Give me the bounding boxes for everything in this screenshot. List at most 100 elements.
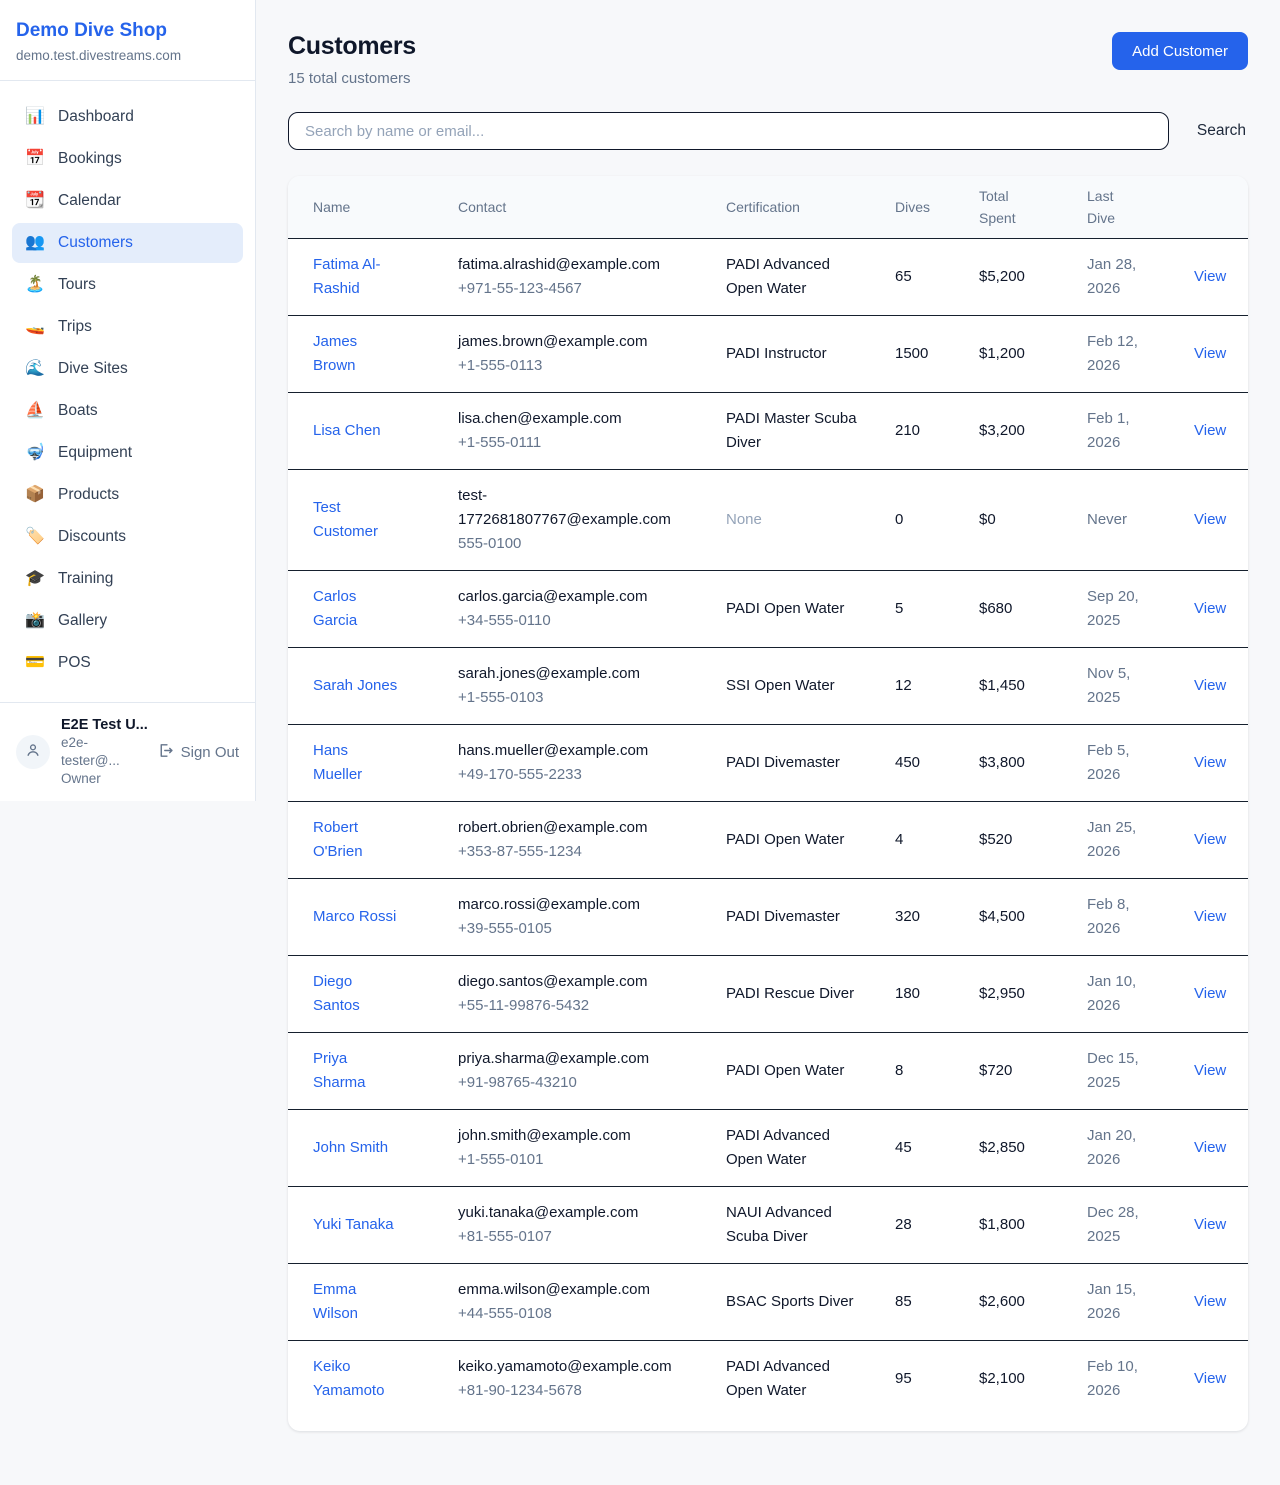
customer-last-dive: Never xyxy=(1087,508,1127,532)
sidebar-user-section: E2E Test U... e2e-tester@... Owner Sign … xyxy=(0,702,255,801)
view-link[interactable]: View xyxy=(1194,1216,1226,1233)
add-customer-button[interactable]: Add Customer xyxy=(1112,32,1248,70)
customer-name-link[interactable]: Test Customer xyxy=(313,496,401,544)
sidebar-item-products[interactable]: 📦 Products xyxy=(12,475,243,515)
sidebar-item-training[interactable]: 🎓 Training xyxy=(12,559,243,599)
customer-total-spent: $2,850 xyxy=(979,1139,1025,1156)
sign-out-button[interactable]: Sign Out xyxy=(157,742,239,763)
customer-certification: PADI Divemaster xyxy=(726,751,840,775)
customer-dives: 28 xyxy=(895,1216,912,1233)
sidebar-item-trips[interactable]: 🚤 Trips xyxy=(12,307,243,347)
table-row: Carlos Garcia carlos.garcia@example.com … xyxy=(288,571,1248,648)
view-link[interactable]: View xyxy=(1194,677,1226,694)
view-link[interactable]: View xyxy=(1194,1293,1226,1310)
customer-last-dive: Feb 12, 2026 xyxy=(1087,330,1147,378)
table-row: Emma Wilson emma.wilson@example.com +44-… xyxy=(288,1264,1248,1341)
view-link[interactable]: View xyxy=(1194,345,1226,362)
sidebar-item-equipment[interactable]: 🤿 Equipment xyxy=(12,433,243,473)
customer-certification: PADI Open Water xyxy=(726,597,844,621)
customer-total-spent: $3,200 xyxy=(979,422,1025,439)
customer-total-spent: $2,100 xyxy=(979,1370,1025,1387)
view-link[interactable]: View xyxy=(1194,985,1226,1002)
customer-last-dive: Feb 1, 2026 xyxy=(1087,407,1147,455)
customer-dives: 320 xyxy=(895,908,920,925)
sidebar-item-label: Products xyxy=(58,485,119,505)
customer-certification: PADI Open Water xyxy=(726,1059,844,1083)
customer-dives: 450 xyxy=(895,754,920,771)
customer-total-spent: $1,450 xyxy=(979,677,1025,694)
search-input[interactable] xyxy=(288,112,1169,150)
customer-name-link[interactable]: Keiko Yamamoto xyxy=(313,1355,401,1403)
shop-title: Demo Dive Shop xyxy=(16,19,239,43)
customer-total-spent: $3,800 xyxy=(979,754,1025,771)
search-button[interactable]: Search xyxy=(1195,122,1248,140)
sidebar-item-label: Calendar xyxy=(58,191,121,211)
view-link[interactable]: View xyxy=(1194,600,1226,617)
sidebar-item-label: Equipment xyxy=(58,443,132,463)
view-link[interactable]: View xyxy=(1194,422,1226,439)
customer-name-link[interactable]: Lisa Chen xyxy=(313,419,381,443)
dive-sites-icon: 🌊 xyxy=(25,359,45,379)
customer-phone: +971-55-123-4567 xyxy=(458,277,710,301)
sidebar-item-calendar[interactable]: 📆 Calendar xyxy=(12,181,243,221)
sidebar-item-label: Customers xyxy=(58,233,133,253)
view-link[interactable]: View xyxy=(1194,831,1226,848)
sidebar-item-customers[interactable]: 👥 Customers xyxy=(12,223,243,263)
table-row: Fatima Al-Rashid fatima.alrashid@example… xyxy=(288,239,1248,316)
customer-name-link[interactable]: Carlos Garcia xyxy=(313,585,401,633)
customer-name-link[interactable]: John Smith xyxy=(313,1136,388,1160)
customer-certification: SSI Open Water xyxy=(726,674,835,698)
table-row: Test Customer test-1772681807767@example… xyxy=(288,470,1248,571)
sidebar-item-gallery[interactable]: 📸 Gallery xyxy=(12,601,243,641)
customers-icon: 👥 xyxy=(25,233,45,253)
customer-name-link[interactable]: Yuki Tanaka xyxy=(313,1213,394,1237)
main-content: Customers 15 total customers Add Custome… xyxy=(256,0,1280,1455)
customer-name-link[interactable]: Fatima Al-Rashid xyxy=(313,253,401,301)
view-link[interactable]: View xyxy=(1194,1062,1226,1079)
col-header-dives: Dives xyxy=(895,176,979,239)
view-link[interactable]: View xyxy=(1194,268,1226,285)
customer-email: yuki.tanaka@example.com xyxy=(458,1201,684,1225)
sidebar-item-bookings[interactable]: 📅 Bookings xyxy=(12,139,243,179)
customer-count: 15 total customers xyxy=(288,70,416,87)
customer-total-spent: $2,950 xyxy=(979,985,1025,1002)
table-row: Yuki Tanaka yuki.tanaka@example.com +81-… xyxy=(288,1187,1248,1264)
customer-name-link[interactable]: Emma Wilson xyxy=(313,1278,401,1326)
customer-dives: 210 xyxy=(895,422,920,439)
sidebar-item-pos[interactable]: 💳 POS xyxy=(12,643,243,683)
customer-name-link[interactable]: Hans Mueller xyxy=(313,739,401,787)
sidebar-item-tours[interactable]: 🏝️ Tours xyxy=(12,265,243,305)
sidebar-item-label: Gallery xyxy=(58,611,107,631)
sidebar-item-boats[interactable]: ⛵ Boats xyxy=(12,391,243,431)
customer-phone: +49-170-555-2233 xyxy=(458,763,710,787)
customer-certification: PADI Divemaster xyxy=(726,905,840,929)
customer-certification: PADI Advanced Open Water xyxy=(726,253,858,301)
view-link[interactable]: View xyxy=(1194,754,1226,771)
sidebar-item-dive-sites[interactable]: 🌊 Dive Sites xyxy=(12,349,243,389)
customer-name-link[interactable]: Robert O'Brien xyxy=(313,816,401,864)
customer-total-spent: $4,500 xyxy=(979,908,1025,925)
customer-name-link[interactable]: Diego Santos xyxy=(313,970,401,1018)
customer-name-link[interactable]: Marco Rossi xyxy=(313,905,396,929)
view-link[interactable]: View xyxy=(1194,908,1226,925)
customer-dives: 8 xyxy=(895,1062,903,1079)
customer-total-spent: $520 xyxy=(979,831,1012,848)
customer-phone: +353-87-555-1234 xyxy=(458,840,710,864)
sidebar-item-label: Discounts xyxy=(58,527,126,547)
view-link[interactable]: View xyxy=(1194,511,1226,528)
view-link[interactable]: View xyxy=(1194,1370,1226,1387)
col-header-actions xyxy=(1194,176,1248,239)
view-link[interactable]: View xyxy=(1194,1139,1226,1156)
sidebar-item-discounts[interactable]: 🏷️ Discounts xyxy=(12,517,243,557)
sidebar-item-dashboard[interactable]: 📊 Dashboard xyxy=(12,97,243,137)
table-row: John Smith john.smith@example.com +1-555… xyxy=(288,1110,1248,1187)
app-root: Demo Dive Shop demo.test.divestreams.com… xyxy=(0,0,1280,1455)
sidebar-item-label: Dive Sites xyxy=(58,359,128,379)
customer-name-link[interactable]: James Brown xyxy=(313,330,401,378)
customer-name-link[interactable]: Sarah Jones xyxy=(313,674,397,698)
customer-dives: 45 xyxy=(895,1139,912,1156)
customer-dives: 12 xyxy=(895,677,912,694)
customer-certification: PADI Master Scuba Diver xyxy=(726,407,858,455)
customer-name-link[interactable]: Priya Sharma xyxy=(313,1047,401,1095)
table-header-row: Name Contact Certification Dives Total S… xyxy=(288,176,1248,239)
